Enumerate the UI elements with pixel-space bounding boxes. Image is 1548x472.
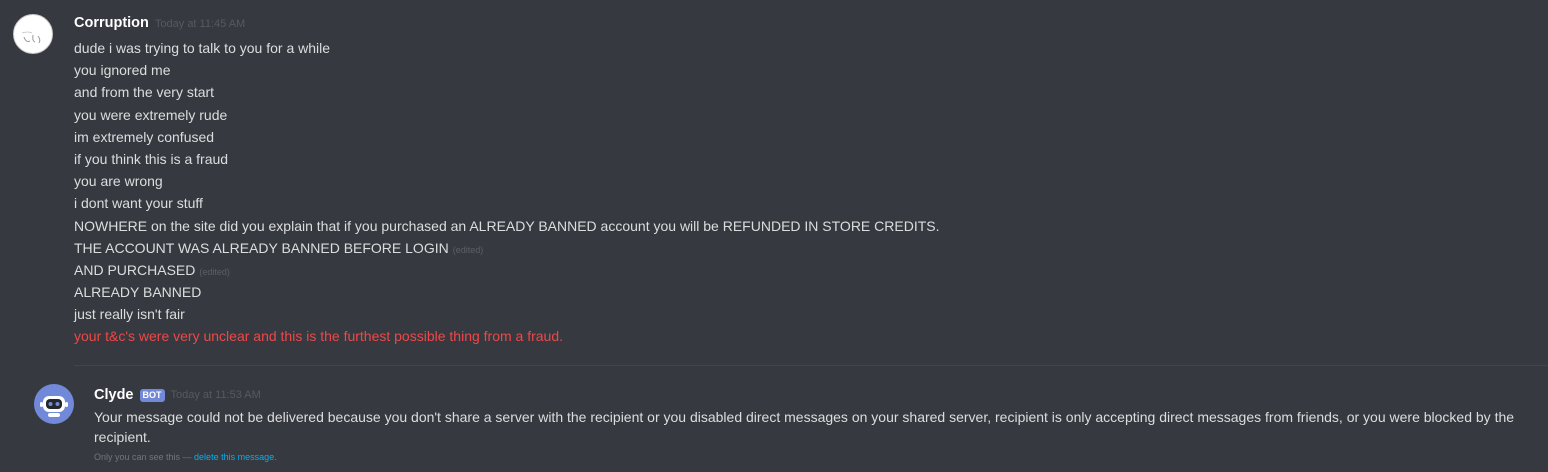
message-line: and from the very start — [74, 82, 940, 104]
message-line-error: your t&c's were very unclear and this is… — [74, 326, 940, 348]
message-line: just really isn't fair — [74, 304, 940, 326]
message-text: ALREADY BANNED — [74, 284, 202, 301]
chat-messages: Corruption Today at 11:45 AM dude i was … — [0, 0, 1548, 472]
message-text: i dont want your stuff — [74, 195, 203, 212]
message-text: im extremely confused — [74, 128, 215, 145]
message-lines: dude i was trying to talk to you for a w… — [74, 38, 940, 349]
delete-message-link[interactable]: delete this message. — [194, 452, 277, 462]
edited-indicator: (edited) — [199, 266, 230, 277]
message-timestamp: Today at 11:45 AM — [154, 18, 246, 30]
sketch-face-avatar-icon — [21, 31, 41, 44]
message-line: i dont want your stuff — [74, 193, 940, 215]
message-divider — [74, 365, 1548, 366]
message-text: you were extremely rude — [74, 106, 228, 123]
message-text: NOWHERE on the site did you explain that… — [74, 217, 940, 234]
message-text: your t&c's were very unclear and this is… — [74, 328, 564, 345]
ephemeral-note-text: Only you can see this — — [94, 452, 195, 462]
username[interactable]: Corruption — [74, 15, 149, 31]
message-line: you ignored me — [74, 60, 940, 82]
message-text: just really isn't fair — [74, 306, 185, 323]
message-text: THE ACCOUNT WAS ALREADY BANNED BEFORE LO… — [74, 239, 449, 256]
message-header: Corruption Today at 11:45 AM — [74, 15, 245, 35]
message-line: NOWHERE on the site did you explain that… — [74, 216, 940, 238]
message-timestamp: Today at 11:53 AM — [170, 389, 261, 401]
message-text: and from the very start — [74, 84, 215, 101]
message-text: if you think this is a fraud — [74, 150, 229, 167]
ephemeral-note: Only you can see this — delete this mess… — [94, 452, 277, 462]
edited-indicator: (edited) — [452, 244, 484, 255]
message-header: Clyde BOT Today at 11:53 AM — [94, 385, 261, 405]
message-line: im extremely confused — [74, 127, 940, 149]
username[interactable]: Clyde — [94, 387, 134, 403]
message-line: if you think this is a fraud — [74, 149, 940, 171]
message-group-corruption: Corruption Today at 11:45 AM dude i was … — [0, 0, 1548, 360]
clyde-robot-avatar-icon — [40, 396, 68, 417]
message-line: AND PURCHASED (edited) — [74, 260, 940, 282]
message-line: THE ACCOUNT WAS ALREADY BANNED BEFORE LO… — [74, 238, 940, 260]
message-text: you ignored me — [74, 62, 171, 79]
bot-badge: BOT — [139, 388, 165, 402]
message-line: dude i was trying to talk to you for a w… — [74, 38, 940, 60]
clyde-avatar[interactable] — [34, 384, 74, 424]
message-text: dude i was trying to talk to you for a w… — [74, 40, 331, 56]
message-line: ALREADY BANNED — [74, 282, 940, 304]
user-avatar-icon[interactable] — [13, 14, 53, 54]
message-text: you are wrong — [74, 173, 163, 190]
message-text: AND PURCHASED — [74, 261, 196, 278]
message-line: you are wrong — [74, 171, 940, 193]
message-line: you were extremely rude — [74, 105, 940, 127]
message-text: Your message could not be delivered beca… — [94, 409, 1515, 445]
